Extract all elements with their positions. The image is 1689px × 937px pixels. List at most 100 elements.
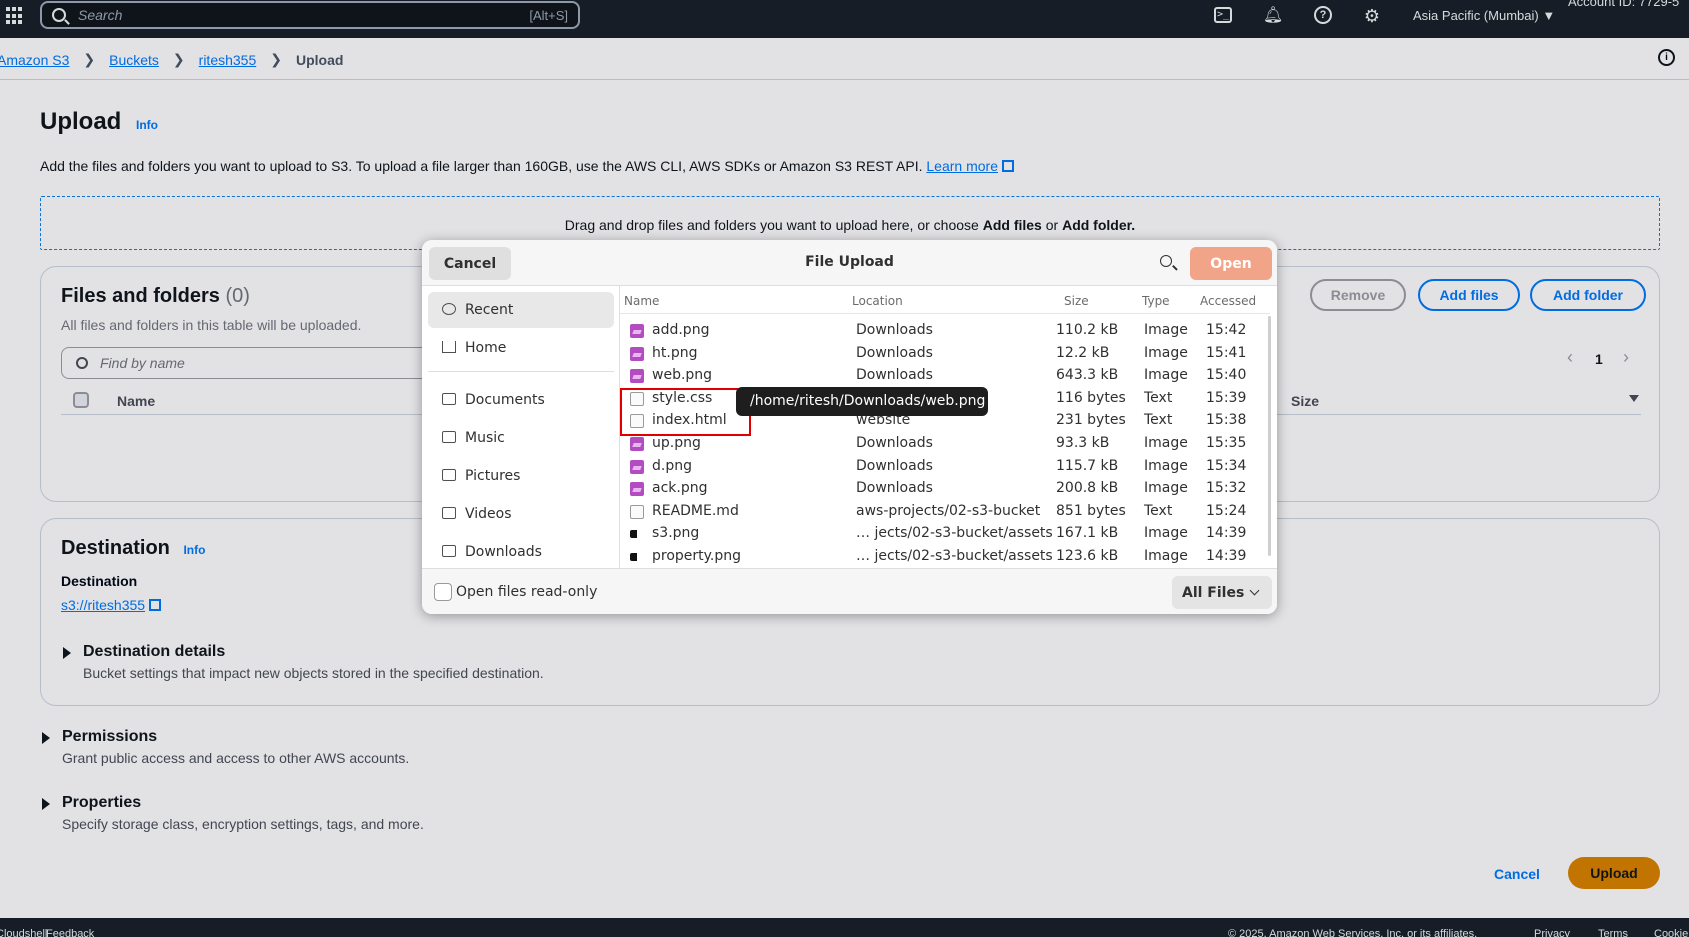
file-list-header: Name Location Size Type Accessed <box>620 286 1270 314</box>
image-thumb-icon <box>630 530 644 539</box>
place-music[interactable]: Music <box>428 420 614 456</box>
file-accessed: 15:39 <box>1206 389 1247 406</box>
column-accessed[interactable]: Accessed <box>1200 294 1256 308</box>
file-row[interactable]: d.png Downloads 115.7 kB Image 15:34 <box>620 456 1270 478</box>
file-accessed: 15:34 <box>1206 457 1247 474</box>
place-pictures[interactable]: Pictures <box>428 458 614 494</box>
file-name: property.png <box>652 548 742 564</box>
breadcrumb-amazon-s3[interactable]: Amazon S3 <box>0 52 69 68</box>
file-size: 643.3 kB <box>1056 367 1119 384</box>
search-icon[interactable] <box>1160 255 1172 267</box>
cancel-button[interactable]: Cancel <box>1494 866 1540 882</box>
file-location: Downloads <box>856 480 933 497</box>
chevron-right-icon: ❯ <box>83 51 96 67</box>
destination-info-link[interactable]: Info <box>183 543 205 557</box>
scrollbar[interactable] <box>1268 316 1271 556</box>
cloudshell-link[interactable]: Cloudshell <box>0 928 47 937</box>
page-number[interactable]: 1 <box>1595 351 1603 367</box>
learn-more-link[interactable]: Learn more <box>926 158 998 174</box>
previous-page-icon[interactable]: ‹ <box>1567 347 1573 368</box>
file-row[interactable]: ht.png Downloads 12.2 kB Image 15:41 <box>620 343 1270 365</box>
privacy-link[interactable]: Privacy <box>1534 928 1570 937</box>
file-location: Downloads <box>856 435 933 451</box>
file-type: Image <box>1144 344 1188 361</box>
files-panel-subtitle: All files and folders in this table will… <box>61 317 362 333</box>
file-type-filter[interactable]: All Files <box>1172 576 1272 609</box>
sort-caret-icon[interactable] <box>1629 395 1639 402</box>
sidebar-divider <box>428 371 614 372</box>
find-by-name-input[interactable]: Find by name <box>61 347 461 379</box>
expand-caret-icon <box>63 647 71 659</box>
info-panel-icon[interactable]: i <box>1658 49 1675 66</box>
destination-title-text: Destination <box>61 537 170 559</box>
dropzone-add-files: Add files <box>982 217 1042 233</box>
help-icon[interactable]: ? <box>1314 6 1332 24</box>
place-home[interactable]: Home <box>428 330 614 366</box>
feedback-link[interactable]: Feedback <box>46 928 94 937</box>
settings-gear-icon[interactable]: ⚙ <box>1361 5 1383 27</box>
breadcrumb-bucket[interactable]: ritesh355 <box>199 52 257 68</box>
file-location: Downloads <box>856 457 933 474</box>
file-size: 93.3 kB <box>1056 435 1110 451</box>
file-type: Image <box>1144 548 1188 564</box>
column-location[interactable]: Location <box>852 294 903 308</box>
column-size[interactable]: Size <box>1064 294 1089 308</box>
notifications-bell-icon[interactable]: 🔔︎ <box>1262 5 1284 27</box>
remove-button[interactable]: Remove <box>1310 279 1406 311</box>
page-info-link[interactable]: Info <box>136 118 158 132</box>
search-input[interactable]: Search [Alt+S] <box>40 1 580 29</box>
file-row[interactable]: add.png Downloads 110.2 kB Image 15:42 <box>620 320 1270 342</box>
cookie-preferences-link[interactable]: Cookie preferences <box>1654 928 1689 937</box>
terms-link[interactable]: Terms <box>1598 928 1628 937</box>
select-all-checkbox[interactable] <box>73 392 89 408</box>
file-row[interactable]: property.png… jects/02-s3-bucket/assets 1… <box>620 546 1270 568</box>
file-size: 12.2 kB <box>1056 344 1110 361</box>
cloudshell-icon[interactable]: >_ <box>1214 7 1232 23</box>
breadcrumb-buckets[interactable]: Buckets <box>109 52 159 68</box>
external-link-icon <box>1001 160 1014 172</box>
next-page-icon[interactable]: › <box>1623 347 1629 368</box>
file-accessed: 15:35 <box>1206 435 1247 451</box>
column-size[interactable]: Size <box>1291 393 1319 409</box>
properties-desc: Specify storage class, encryption settin… <box>62 816 424 832</box>
file-type: Image <box>1144 480 1188 497</box>
footer: Cloudshell Feedback © 2025, Amazon Web S… <box>0 918 1689 937</box>
places-sidebar: Recent Home Documents Music Pictures Vid… <box>422 286 620 568</box>
folder-icon <box>442 545 456 557</box>
image-file-icon <box>630 346 644 361</box>
file-size: 167.1 kB <box>1056 525 1119 542</box>
files-panel-title-text: Files and folders <box>61 285 220 307</box>
place-videos[interactable]: Videos <box>428 496 614 532</box>
destination-details-desc: Bucket settings that impact new objects … <box>83 665 544 681</box>
column-type[interactable]: Type <box>1142 294 1170 308</box>
page-description: Add the files and folders you want to up… <box>40 158 1014 174</box>
page-description-text: Add the files and folders you want to up… <box>40 158 923 174</box>
place-recent[interactable]: Recent <box>428 292 614 328</box>
destination-link[interactable]: s3://ritesh355 <box>61 597 162 613</box>
place-downloads[interactable]: Downloads <box>428 534 614 570</box>
file-row[interactable]: web.png Downloads 643.3 kB Image 15:40 <box>620 365 1270 387</box>
file-accessed: 15:24 <box>1206 502 1247 519</box>
read-only-checkbox[interactable] <box>434 583 452 601</box>
image-file-icon <box>630 482 644 497</box>
destination-label: Destination <box>61 573 138 589</box>
column-name[interactable]: Name <box>117 393 155 409</box>
services-menu-icon[interactable] <box>6 7 24 25</box>
place-documents[interactable]: Documents <box>428 382 614 418</box>
file-row[interactable]: README.md aws-projects/02-s3-bucket 851 by… <box>620 501 1270 523</box>
page-title: Upload Info <box>40 108 158 136</box>
file-accessed: 15:32 <box>1206 480 1247 497</box>
region-selector[interactable]: Asia Pacific (Mumbai) ▼ <box>1413 8 1555 23</box>
properties-title: Properties <box>62 794 142 811</box>
file-row[interactable]: up.png Downloads 93.3 kB Image 15:35 <box>620 433 1270 455</box>
file-row[interactable]: s3.png … jects/02-s3-bucket/assets 167.1 k… <box>620 523 1270 545</box>
file-row[interactable]: ack.png Downloads 200.8 kB Image 15:32 <box>620 478 1270 500</box>
upload-button[interactable]: Upload <box>1568 857 1660 889</box>
add-folder-button[interactable]: Add folder <box>1530 279 1646 311</box>
column-name[interactable]: Name <box>624 294 659 308</box>
file-upload-dialog: Cancel File Upload Open Recent Home Docu… <box>422 240 1277 614</box>
folder-icon <box>442 507 456 519</box>
dialog-open-button[interactable]: Open <box>1190 247 1272 280</box>
add-files-button[interactable]: Add files <box>1418 279 1520 311</box>
account-id[interactable]: Account ID: 7729-5 <box>1568 0 1679 9</box>
